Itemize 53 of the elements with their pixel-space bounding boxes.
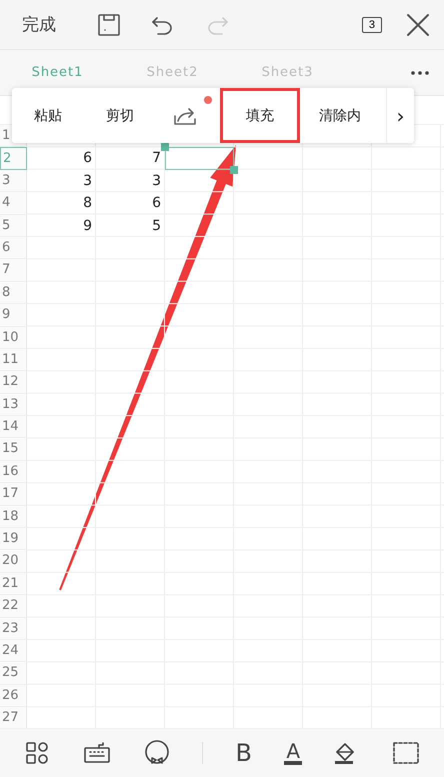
row-number: 12: [0, 371, 27, 394]
menu-item[interactable]: 填充: [220, 88, 300, 143]
row-number: 13: [0, 394, 27, 416]
table-cell-text: 7: [151, 149, 162, 168]
undo-icon[interactable]: [152, 14, 174, 34]
row-number: 25: [0, 662, 27, 685]
menu-item[interactable]: 清除内: [304, 88, 376, 143]
row-number: 15: [0, 438, 27, 461]
bold-button[interactable]: B: [234, 737, 254, 769]
border-icon[interactable]: [392, 742, 419, 764]
row-number: 6: [0, 236, 27, 260]
row-number: 20: [0, 550, 27, 573]
table-cell-text: 8: [82, 194, 93, 214]
close-icon[interactable]: [406, 12, 430, 36]
row-number: 10: [0, 326, 27, 349]
row-number: 16: [0, 460, 27, 484]
keyboard-icon[interactable]: [84, 742, 110, 764]
save-icon[interactable]: [98, 14, 120, 36]
row-number: 23: [0, 618, 27, 640]
row-number: 9: [0, 304, 27, 327]
row-number: 26: [0, 684, 27, 708]
row-number: 11: [0, 348, 27, 372]
row-number: 14: [0, 416, 27, 438]
table-cell-text: 9: [82, 216, 93, 236]
row-number: 8: [0, 282, 27, 304]
row-number: 19: [0, 528, 27, 550]
face-icon[interactable]: [144, 740, 170, 766]
font-color-button[interactable]: A: [284, 741, 302, 765]
row-number: 21: [0, 572, 27, 596]
table-cell-text: 6: [151, 194, 162, 214]
row-number: 3: [0, 170, 27, 192]
selection-handle[interactable]: [230, 166, 238, 174]
sheet-count-button[interactable]: 3: [362, 16, 382, 32]
table-cell-text: 6: [82, 149, 93, 168]
table-cell-text: 3: [151, 172, 162, 191]
row-number: 17: [0, 483, 27, 506]
row-number: 2: [0, 147, 27, 170]
table-cell-text: 3: [82, 172, 93, 191]
row-number: 27: [0, 707, 27, 730]
row-number: 24: [0, 640, 27, 662]
done-button[interactable]: 完成: [16, 12, 62, 37]
row-number: 18: [0, 506, 27, 528]
menu-item[interactable]: 剪切: [84, 88, 156, 143]
row-number: 4: [0, 192, 27, 215]
grid-icon[interactable]: [25, 741, 50, 765]
next-button[interactable]: ›: [386, 88, 414, 143]
row-number: 5: [0, 214, 27, 237]
selection-handle[interactable]: [161, 143, 169, 152]
row-number: 7: [0, 259, 27, 282]
row-number: 22: [0, 595, 27, 618]
more-icon[interactable]: [410, 70, 430, 76]
share-icon[interactable]: [174, 106, 198, 126]
table-cell-text: 5: [151, 216, 162, 236]
